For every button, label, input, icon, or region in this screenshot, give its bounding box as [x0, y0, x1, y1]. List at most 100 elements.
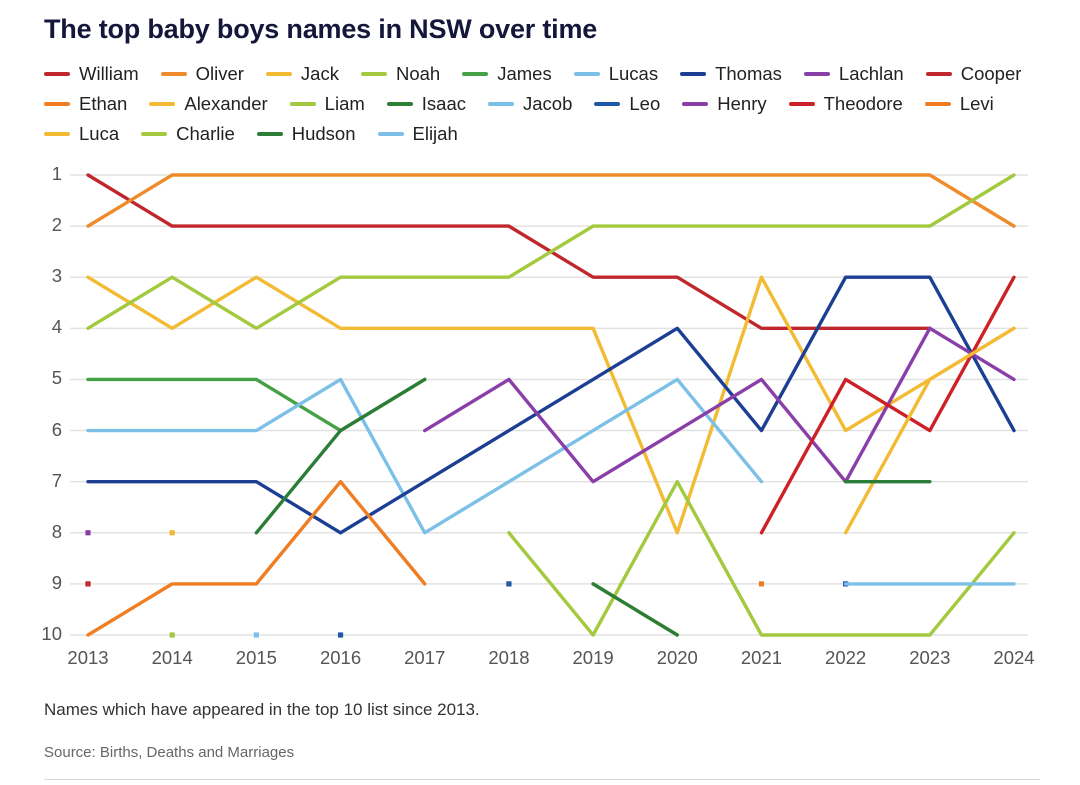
chart-page: The top baby boys names in NSW over time… [0, 0, 1080, 785]
legend-label: Elijah [412, 122, 458, 144]
legend-swatch-icon [386, 102, 413, 106]
legend-label: Luca [79, 122, 120, 144]
y-axis-tick-label: 2 [51, 214, 62, 236]
legend-label: Liam [324, 92, 365, 114]
y-axis-tick-label: 7 [51, 469, 62, 491]
footer-divider [44, 779, 1040, 780]
legend-swatch-icon [149, 102, 176, 106]
series-point [85, 581, 91, 587]
legend-item[interactable]: Leo [594, 89, 660, 119]
legend-swatch-icon [265, 72, 292, 76]
series-line [86, 275, 1016, 535]
legend-label: Lucas [608, 62, 659, 84]
legend-swatch-icon [256, 132, 283, 136]
legend-label: William [79, 62, 139, 84]
legend-label: Alexander [184, 92, 268, 114]
legend-label: Isaac [421, 92, 466, 114]
legend-label: Jack [300, 62, 339, 84]
series-point [253, 632, 259, 638]
series-line [86, 173, 932, 331]
legend-swatch-icon [462, 72, 489, 76]
x-axis-tick-label: 2017 [404, 647, 446, 668]
y-axis-tick-label: 10 [41, 623, 62, 644]
legend-item[interactable]: Lucas [573, 59, 659, 89]
legend-swatch-icon [682, 102, 709, 106]
y-axis-tick-label: 6 [51, 418, 62, 440]
y-axis-tick-label: 4 [51, 316, 62, 338]
legend-swatch-icon [141, 132, 168, 136]
legend-label: Leo [629, 92, 661, 114]
y-axis-tick-label: 9 [51, 571, 62, 593]
legend-label: Cooper [960, 62, 1022, 84]
series-line [423, 326, 1016, 484]
legend-swatch-icon [925, 72, 952, 76]
legend-item[interactable]: William [44, 59, 139, 89]
series-line [86, 479, 427, 637]
legend-label: Theodore [823, 92, 903, 114]
legend-swatch-icon [594, 102, 621, 106]
legend-item[interactable]: Oliver [160, 59, 244, 89]
legend-item[interactable]: Alexander [149, 89, 268, 119]
legend-swatch-icon [377, 132, 404, 136]
chart-source: Source: Births, Deaths and Marriages [44, 744, 295, 761]
legend-item[interactable]: Ethan [44, 89, 127, 119]
legend-item[interactable]: Levi [924, 89, 994, 119]
x-axis-tick-label: 2016 [319, 647, 362, 668]
legend-swatch-icon [680, 72, 707, 76]
series-line [254, 377, 427, 535]
legend-swatch-icon [44, 102, 70, 106]
series-point [169, 530, 175, 536]
legend-item[interactable]: Lachlan [803, 59, 904, 89]
legend-item[interactable]: Liam [289, 89, 365, 119]
legend-item[interactable]: Thomas [680, 59, 782, 89]
legend-label: Jacob [523, 92, 573, 114]
legend-swatch-icon [788, 102, 815, 106]
chart-legend: William Oliver Jack Noah James Lucas Thomas Lac… [44, 59, 1044, 149]
series-line [86, 377, 427, 433]
legend-item[interactable]: Noah [360, 59, 440, 89]
x-axis-tick-label: 2015 [235, 647, 277, 668]
x-axis-tick-label: 2024 [993, 647, 1035, 668]
legend-item[interactable]: Henry [682, 89, 767, 119]
legend-swatch-icon [360, 72, 387, 76]
legend-item[interactable]: Hudson [256, 119, 356, 149]
legend-item[interactable]: Jack [265, 59, 339, 89]
x-axis-tick-label: 2023 [909, 647, 951, 668]
series-point [506, 581, 512, 587]
legend-label: Thomas [715, 62, 782, 84]
series-line [759, 275, 1016, 535]
legend-label: Levi [959, 92, 994, 114]
x-axis-tick-label: 2020 [656, 647, 698, 668]
series-point [758, 581, 765, 587]
legend-swatch-icon [44, 72, 70, 76]
legend-item[interactable]: Cooper [925, 59, 1022, 89]
legend-label: Charlie [176, 122, 235, 144]
plot-area: 1 2 3 4 5 6 7 8 9 10 2013 2014 2015 2016 2017 2018 2019 2… [0, 155, 1080, 668]
legend-swatch-icon [573, 72, 600, 76]
series-point [169, 632, 175, 638]
legend-item[interactable]: James [462, 59, 552, 89]
legend-item[interactable]: Theodore [788, 89, 903, 119]
legend-item[interactable]: Luca [44, 119, 119, 149]
legend-swatch-icon [289, 102, 316, 106]
legend-swatch-icon [488, 102, 514, 106]
page-title: The top baby boys names in NSW over time [44, 14, 598, 44]
legend-item[interactable]: Charlie [141, 119, 235, 149]
series-point [337, 632, 344, 638]
legend-item[interactable]: Isaac [386, 89, 466, 119]
legend-item[interactable]: Elijah [377, 119, 458, 149]
x-axis-tick-label: 2021 [740, 647, 783, 668]
legend-label: Ethan [79, 92, 128, 114]
series-point [85, 530, 91, 536]
x-axis-tick-label: 2019 [572, 647, 614, 668]
legend-label: Hudson [291, 122, 356, 144]
legend-swatch-icon [160, 72, 187, 76]
line-chart-svg [70, 173, 1028, 638]
legend-swatch-icon [803, 72, 830, 76]
x-axis-tick-label: 2018 [488, 647, 530, 668]
series-line [86, 173, 1016, 331]
legend-item[interactable]: Jacob [488, 89, 572, 119]
legend-label: Oliver [195, 62, 244, 84]
legend-label: Henry [717, 92, 767, 114]
chart-note: Names which have appeared in the top 10 … [44, 700, 480, 719]
